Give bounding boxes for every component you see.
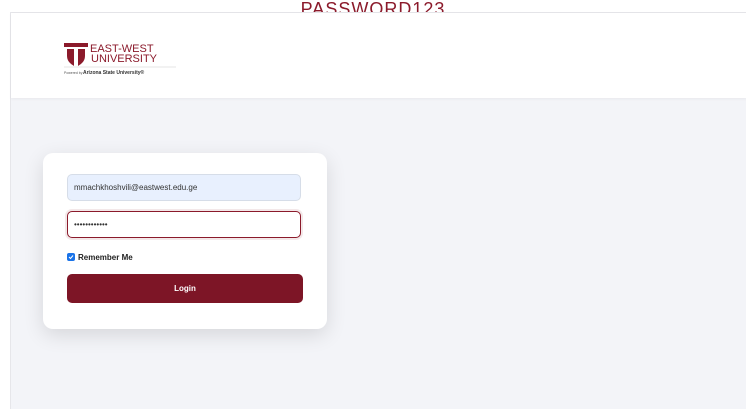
logo-line2: UNIVERSITY xyxy=(91,53,158,65)
browser-viewport: EAST-WEST UNIVERSITY Powered by Arizona … xyxy=(10,12,746,409)
logo-tagline-prefix: Powered by xyxy=(64,71,83,75)
site-header: EAST-WEST UNIVERSITY Powered by Arizona … xyxy=(11,13,746,98)
email-field[interactable] xyxy=(67,174,301,201)
east-west-university-logo-icon: EAST-WEST UNIVERSITY Powered by Arizona … xyxy=(64,43,176,76)
checkmark-icon xyxy=(68,255,74,260)
password-field[interactable] xyxy=(67,211,301,238)
login-button[interactable]: Login xyxy=(67,274,303,303)
login-card: Remember Me Login xyxy=(43,153,327,329)
remember-me-checkbox[interactable] xyxy=(67,253,75,261)
east-west-university-shield-icon xyxy=(64,43,88,67)
university-logo[interactable]: EAST-WEST UNIVERSITY Powered by Arizona … xyxy=(64,40,176,78)
remember-me-row[interactable]: Remember Me xyxy=(67,251,133,263)
logo-tagline: Arizona State University® xyxy=(83,69,145,76)
remember-me-label: Remember Me xyxy=(78,252,133,262)
